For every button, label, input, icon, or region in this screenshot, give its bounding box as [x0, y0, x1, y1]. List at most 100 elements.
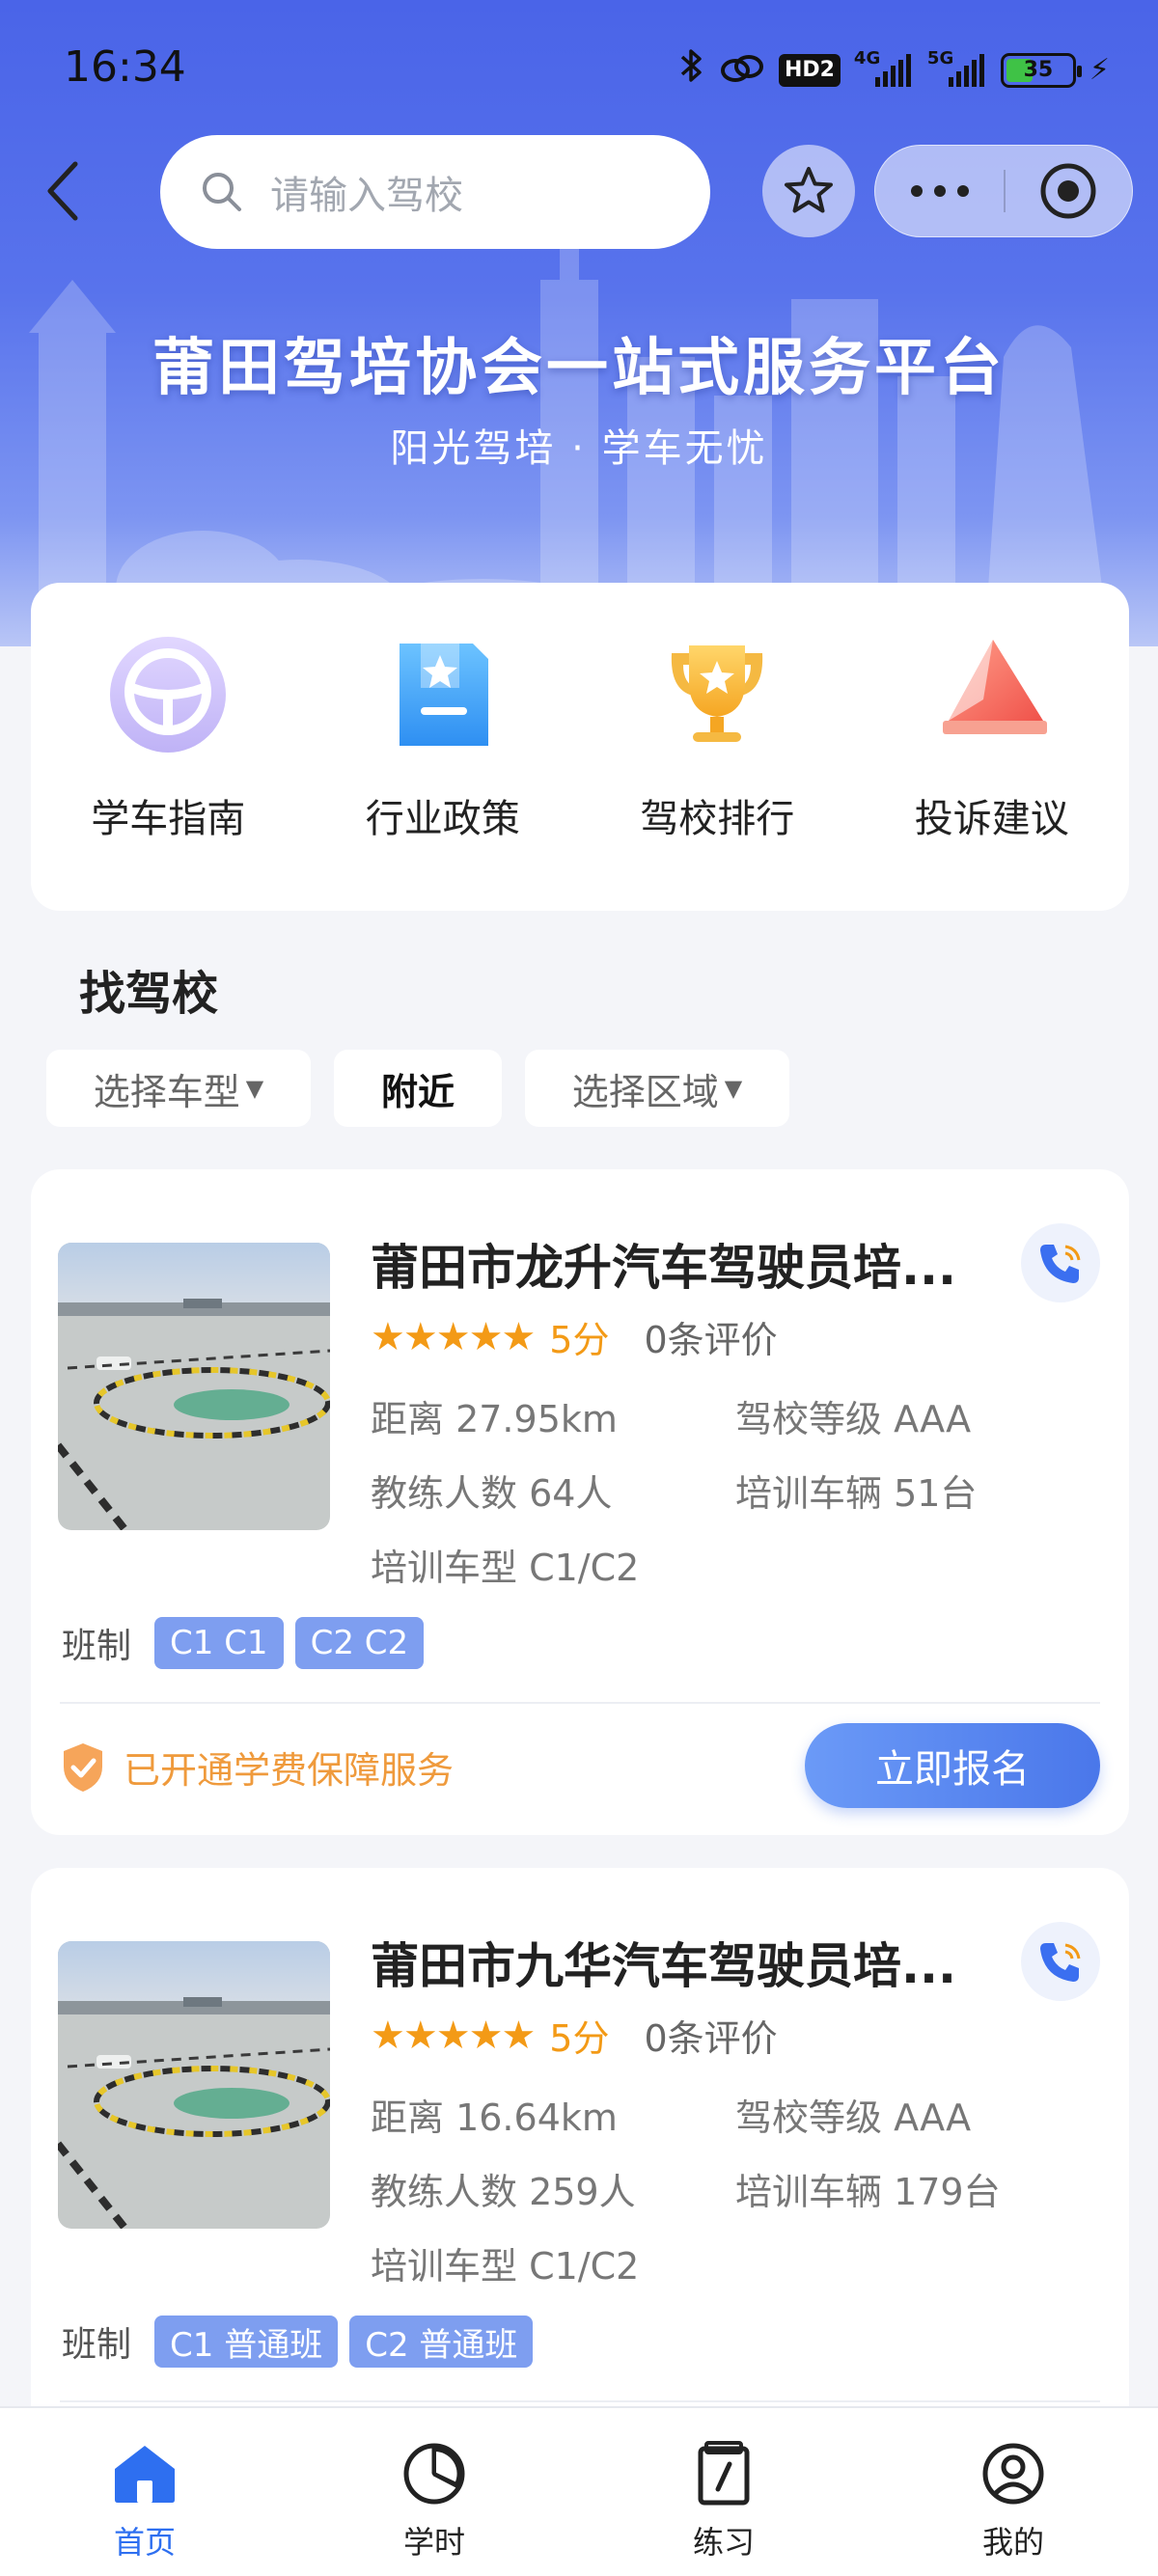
star-icon	[785, 167, 833, 213]
quick-item-label: 行业政策	[365, 797, 520, 841]
quick-item-label: 驾校排行	[640, 797, 795, 841]
distance: 距离 16.64km	[371, 2096, 618, 2139]
user-icon	[979, 2439, 1048, 2508]
class-tag: C2 C2	[294, 1617, 425, 1669]
filter-label: 选择区域	[571, 1070, 719, 1113]
apply-button[interactable]: 立即报名	[805, 1723, 1100, 1808]
quick-item-label: 学车指南	[91, 797, 246, 841]
training-car-type: 培训车型 C1/C2	[371, 2245, 640, 2288]
distance: 距离 27.95km	[371, 1398, 618, 1440]
tab-label: 学时	[402, 2524, 465, 2561]
more-button[interactable]	[875, 145, 1004, 237]
filter-bar: 选择车型 ▼ 附近 选择区域 ▼	[46, 1050, 789, 1127]
status-bar: 16:34 HD2 4G 5G 35 ⚡	[0, 0, 1158, 135]
class-row: 班制 C1 普通班 C2 普通班	[62, 2316, 544, 2368]
class-tag: C2 普通班	[349, 2316, 534, 2368]
class-row: 班制 C1 C1 C2 C2	[62, 1617, 435, 1669]
tab-home[interactable]: 首页	[0, 2408, 290, 2576]
guarantee-text: 已开通学费保障服务	[124, 1749, 455, 1792]
more-dots-icon	[910, 185, 969, 197]
policy-document-icon	[375, 627, 510, 762]
caret-down-icon: ▼	[724, 1075, 743, 1102]
phone-icon	[1040, 1943, 1081, 1982]
back-button[interactable]	[35, 154, 89, 228]
star-rating: ★★★★★	[371, 1314, 536, 1359]
tab-label: 首页	[113, 2524, 176, 2561]
section-title-find-school: 找驾校	[79, 967, 219, 1021]
target-circle-icon	[1040, 163, 1096, 219]
tab-practice[interactable]: 练习	[579, 2408, 868, 2576]
favorite-button[interactable]	[762, 145, 855, 237]
rating-row: ★★★★★ 5分 0条评价	[371, 2009, 778, 2062]
school-photo	[58, 1243, 330, 1530]
notebook-icon	[689, 2439, 758, 2508]
phone-icon	[1040, 1245, 1081, 1283]
mini-program-capsule	[874, 145, 1133, 237]
quick-item-ranking[interactable]: 驾校排行	[580, 583, 855, 911]
school-level: 驾校等级 AAA	[735, 1398, 972, 1440]
filter-nearby[interactable]: 附近	[334, 1050, 502, 1127]
vehicle-count: 培训车辆 51台	[735, 1472, 978, 1515]
signal-5g-icon: 5G	[927, 48, 987, 87]
filter-label: 附近	[380, 1070, 455, 1113]
review-count: 0条评价	[644, 1319, 778, 1361]
quick-item-label: 投诉建议	[914, 797, 1069, 841]
school-name[interactable]: 莆田市龙升汽车驾驶员培...	[371, 1229, 1007, 1299]
rating-score: 5分	[549, 1319, 610, 1361]
coach-count: 教练人数 259人	[371, 2171, 636, 2213]
complaint-envelope-icon	[924, 627, 1060, 762]
call-button[interactable]	[1021, 1922, 1100, 2001]
coach-count: 教练人数 64人	[371, 1472, 613, 1515]
school-name[interactable]: 莆田市九华汽车驾驶员培...	[371, 1928, 1007, 1997]
card-divider	[60, 2400, 1100, 2402]
banner-title: 莆田驾培协会一站式服务平台	[152, 333, 1006, 404]
filter-car-type[interactable]: 选择车型 ▼	[46, 1050, 311, 1127]
hd-icon: HD2	[778, 53, 841, 87]
training-car-type: 培训车型 C1/C2	[371, 1547, 640, 1589]
card-divider	[60, 1702, 1100, 1704]
clock: 16:34	[64, 42, 186, 92]
quick-item-guide[interactable]: 学车指南	[31, 583, 306, 911]
quick-item-policy[interactable]: 行业政策	[306, 583, 581, 911]
class-label: 班制	[62, 2325, 132, 2365]
hero-banner: 16:34 HD2 4G 5G 35 ⚡ 请输入驾校 莆田驾培协会一站式服务平台…	[0, 0, 1158, 646]
quick-menu: 学车指南 行业政策 驾校排行 投诉建议	[31, 583, 1129, 911]
rating-score: 5分	[549, 2017, 610, 2060]
search-input[interactable]: 请输入驾校	[160, 135, 710, 249]
rating-row: ★★★★★ 5分 0条评价	[371, 1310, 778, 1363]
pie-chart-icon	[400, 2439, 469, 2508]
tuition-guarantee: 已开通学费保障服务	[60, 1740, 454, 1794]
quick-item-complaint[interactable]: 投诉建议	[855, 583, 1130, 911]
class-tag: C1 普通班	[154, 2316, 339, 2368]
class-tag: C1 C1	[154, 1617, 284, 1669]
link-icon	[719, 53, 765, 88]
caret-down-icon: ▼	[245, 1075, 264, 1102]
call-button[interactable]	[1021, 1223, 1100, 1302]
banner-subtitle: 阳光驾培 · 学车无忧	[390, 426, 768, 471]
signal-4g-icon: 4G	[854, 48, 914, 87]
charging-icon: ⚡	[1089, 53, 1110, 87]
bottom-tab-bar: 首页 学时 练习 我的	[0, 2406, 1158, 2576]
chevron-left-icon	[47, 161, 78, 221]
battery-icon: 35	[1000, 52, 1082, 88]
shield-check-icon	[64, 1742, 102, 1792]
bluetooth-icon	[678, 46, 705, 94]
school-photo	[58, 1941, 330, 2229]
home-icon	[110, 2439, 179, 2508]
steering-wheel-icon	[100, 627, 235, 762]
trophy-icon	[649, 627, 785, 762]
class-label: 班制	[62, 1627, 132, 1666]
vehicle-count: 培训车辆 179台	[735, 2171, 1001, 2213]
search-placeholder: 请输入驾校	[270, 174, 463, 218]
filter-region[interactable]: 选择区域 ▼	[525, 1050, 789, 1127]
tab-study-hours[interactable]: 学时	[290, 2408, 579, 2576]
close-mini-program-button[interactable]	[1006, 145, 1132, 237]
tab-mine[interactable]: 我的	[868, 2408, 1158, 2576]
tab-label: 练习	[692, 2524, 755, 2561]
school-card[interactable]: 莆田市龙升汽车驾驶员培... ★★★★★ 5分 0条评价 距离 27.95km …	[31, 1169, 1129, 1835]
star-rating: ★★★★★	[371, 2013, 536, 2058]
review-count: 0条评价	[644, 2017, 778, 2060]
search-icon	[203, 173, 241, 211]
filter-label: 选择车型	[93, 1070, 240, 1113]
school-level: 驾校等级 AAA	[735, 2096, 972, 2139]
